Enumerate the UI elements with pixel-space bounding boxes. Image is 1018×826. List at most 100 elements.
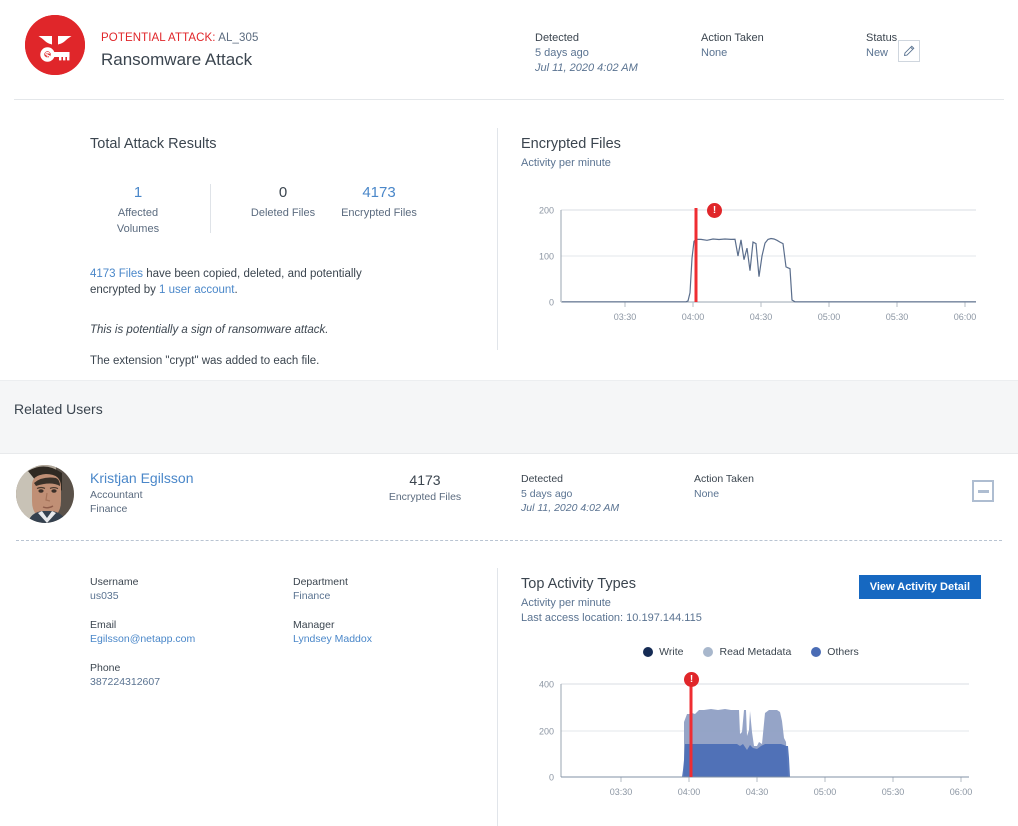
detected-label: Detected	[535, 31, 638, 46]
activity-chart-alert-marker-label: !	[690, 675, 693, 685]
encrypted-files-chart-panel: Encrypted Files Activity per minute ! 20…	[521, 134, 981, 328]
svg-text:03:30: 03:30	[610, 787, 633, 797]
kpi-divider	[210, 184, 211, 233]
minus-icon	[978, 490, 989, 493]
page-title: Ransomware Attack	[101, 48, 259, 72]
header-detected: Detected 5 days ago Jul 11, 2020 4:02 AM	[535, 31, 638, 76]
field-username: Username us035	[90, 575, 195, 604]
legend-item-others[interactable]: Others	[811, 646, 859, 658]
legend-label-read-metadata: Read Metadata	[719, 646, 791, 658]
svg-text:04:30: 04:30	[746, 787, 769, 797]
svg-text:04:00: 04:00	[682, 312, 705, 322]
user-detected: Detected 5 days ago Jul 11, 2020 4:02 AM	[521, 472, 619, 516]
user-identity: Kristjan Egilsson Accountant Finance	[90, 468, 194, 516]
panel-vertical-divider	[497, 128, 498, 350]
username-value: us035	[90, 589, 195, 604]
svg-text:0: 0	[549, 773, 554, 783]
field-department: Department Finance	[293, 575, 372, 604]
legend-item-write[interactable]: Write	[643, 646, 683, 658]
kpi-deleted-files: 0 Deleted Files	[235, 182, 331, 237]
detected-relative: 5 days ago	[535, 46, 638, 61]
svg-text:200: 200	[539, 727, 554, 737]
legend-label-write: Write	[659, 646, 683, 658]
related-user-row: Kristjan Egilsson Accountant Finance 417…	[0, 456, 1018, 544]
user-job-title: Accountant	[90, 488, 194, 502]
user-encrypted-files-count: 4173 Encrypted Files	[360, 470, 490, 505]
kpi-encrypted-files[interactable]: 4173 Encrypted Files	[331, 182, 427, 237]
collapse-user-button[interactable]	[972, 480, 994, 502]
svg-text:05:30: 05:30	[886, 312, 909, 322]
legend-dot-read-metadata-icon	[703, 647, 713, 657]
department-label: Department	[293, 575, 372, 589]
related-users-band: Related Users	[0, 380, 1018, 454]
ransomware-alert-page: $ POTENTIAL ATTACK: AL_305 Ransomware At…	[0, 0, 1018, 826]
attack-note-extension: The extension "crypt" was added to each …	[90, 353, 490, 369]
user-action-taken-value: None	[694, 487, 754, 502]
summary-files-link[interactable]: 4173 Files	[90, 268, 143, 280]
header-action-taken: Action Taken None	[701, 31, 764, 61]
pencil-icon	[903, 45, 915, 57]
summary-end-text: .	[234, 284, 237, 296]
svg-text:100: 100	[539, 252, 554, 262]
user-avatar-image	[16, 465, 74, 523]
kpi-deleted-files-label: Deleted Files	[241, 205, 325, 221]
user-department-short: Finance	[90, 502, 194, 516]
svg-text:05:00: 05:00	[818, 312, 841, 322]
user-avatar[interactable]	[16, 465, 74, 523]
attack-summary-body: Total Attack Results 1 Affected Volumes …	[0, 100, 1018, 378]
email-label: Email	[90, 618, 195, 632]
encrypted-files-title: Encrypted Files	[521, 134, 981, 154]
legend-item-read-metadata[interactable]: Read Metadata	[703, 646, 791, 658]
activity-chart-alert-marker[interactable]: !	[684, 672, 699, 687]
svg-text:06:00: 06:00	[950, 787, 973, 797]
kpi-encrypted-files-value[interactable]: 4173	[337, 182, 421, 204]
svg-text:05:30: 05:30	[882, 787, 905, 797]
user-encrypted-files-value: 4173	[360, 470, 490, 490]
user-detected-absolute: Jul 11, 2020 4:02 AM	[521, 501, 619, 516]
header-status: Status New	[866, 31, 897, 61]
encrypted-chart-alert-marker[interactable]: !	[707, 203, 722, 218]
view-activity-detail-button[interactable]: View Activity Detail	[859, 575, 981, 599]
department-value: Finance	[293, 589, 372, 604]
summary-users-link[interactable]: 1 user account	[159, 284, 234, 296]
user-detail-column-2: Department Finance Manager Lyndsey Maddo…	[293, 575, 372, 661]
ransomware-attack-icon: $	[25, 15, 85, 75]
svg-text:400: 400	[539, 680, 554, 690]
status-badge: New	[866, 46, 897, 61]
user-detail-column-1: Username us035 Email Egilsson@netapp.com…	[90, 575, 195, 704]
svg-text:$: $	[45, 50, 51, 61]
top-activity-types-chart[interactable]: ! 400 200 0 03:30 04:00	[521, 672, 981, 802]
attack-summary-sentence: 4173 Files have been copied, deleted, an…	[90, 266, 395, 298]
action-taken-label: Action Taken	[701, 31, 764, 46]
phone-label: Phone	[90, 661, 195, 675]
total-attack-results-panel: Total Attack Results 1 Affected Volumes …	[90, 134, 490, 369]
kpi-affected-volumes-value[interactable]: 1	[96, 182, 180, 204]
status-label: Status	[866, 31, 897, 46]
encrypted-files-svg: 200 100 0 03:30 04:00 04:30 05:00 05:30 …	[521, 203, 981, 328]
manager-value[interactable]: Lyndsey Maddox	[293, 632, 372, 647]
related-users-title: Related Users	[14, 401, 103, 417]
email-value[interactable]: Egilsson@netapp.com	[90, 632, 195, 647]
field-manager: Manager Lyndsey Maddox	[293, 618, 372, 647]
attack-note-italic: This is potentially a sign of ransomware…	[90, 322, 490, 338]
field-phone: Phone 387224312607	[90, 661, 195, 690]
svg-text:05:00: 05:00	[814, 787, 837, 797]
user-name-link[interactable]: Kristjan Egilsson	[90, 468, 194, 488]
kpi-deleted-files-value: 0	[241, 182, 325, 204]
alert-header: $ POTENTIAL ATTACK: AL_305 Ransomware At…	[14, 0, 1004, 100]
alert-title-block: POTENTIAL ATTACK: AL_305 Ransomware Atta…	[101, 31, 259, 72]
alert-id: AL_305	[218, 32, 258, 44]
last-access-location: Last access location: 10.197.144.115	[521, 611, 981, 626]
svg-text:04:00: 04:00	[678, 787, 701, 797]
edit-status-button[interactable]	[898, 40, 920, 62]
alert-kicker: POTENTIAL ATTACK: AL_305	[101, 31, 259, 46]
user-row-separator	[16, 540, 1002, 541]
encrypted-files-chart[interactable]: ! 200 100 0	[521, 203, 981, 328]
svg-text:04:30: 04:30	[750, 312, 773, 322]
kpi-row: 1 Affected Volumes 0 Deleted Files 4173 …	[90, 182, 490, 237]
phone-value: 387224312607	[90, 675, 195, 690]
kpi-affected-volumes[interactable]: 1 Affected Volumes	[90, 182, 186, 237]
user-action-taken-label: Action Taken	[694, 472, 754, 487]
username-label: Username	[90, 575, 195, 589]
manager-label: Manager	[293, 618, 372, 632]
